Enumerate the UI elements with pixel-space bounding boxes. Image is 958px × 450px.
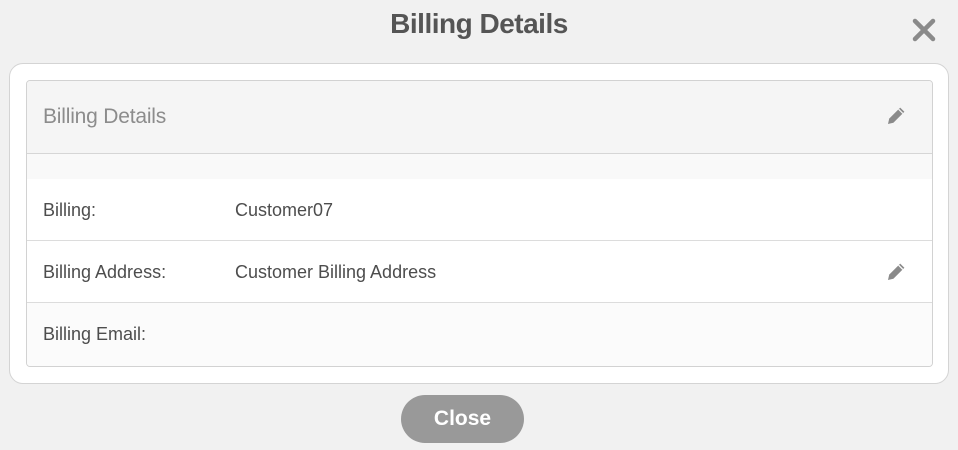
- header-spacer: [27, 154, 932, 179]
- billing-email-label: Billing Email:: [43, 324, 147, 344]
- billing-address-row: Billing Address: Customer Billing Addres…: [27, 241, 932, 303]
- dialog-title: Billing Details: [390, 8, 568, 39]
- billing-details-dialog: Billing Details Billing Details Billing:…: [0, 0, 958, 450]
- panel-title: Billing Details: [43, 105, 167, 128]
- billing-value: Customer07: [235, 200, 334, 220]
- details-card: Billing Details Billing: Customer07 Bill…: [9, 63, 949, 384]
- billing-label: Billing:: [43, 200, 97, 220]
- edit-billing-address-pencil-icon[interactable]: [883, 259, 909, 285]
- billing-address-value: Customer Billing Address: [235, 262, 437, 282]
- close-x-icon[interactable]: [908, 14, 940, 46]
- billing-row: Billing: Customer07: [27, 179, 932, 241]
- billing-email-row: Billing Email:: [27, 303, 932, 366]
- edit-billing-details-pencil-icon[interactable]: [883, 103, 909, 129]
- panel-header: Billing Details: [27, 81, 932, 154]
- close-button[interactable]: Close: [401, 395, 524, 443]
- billing-address-label: Billing Address:: [43, 262, 167, 282]
- billing-details-panel: Billing Details Billing: Customer07 Bill…: [26, 80, 933, 367]
